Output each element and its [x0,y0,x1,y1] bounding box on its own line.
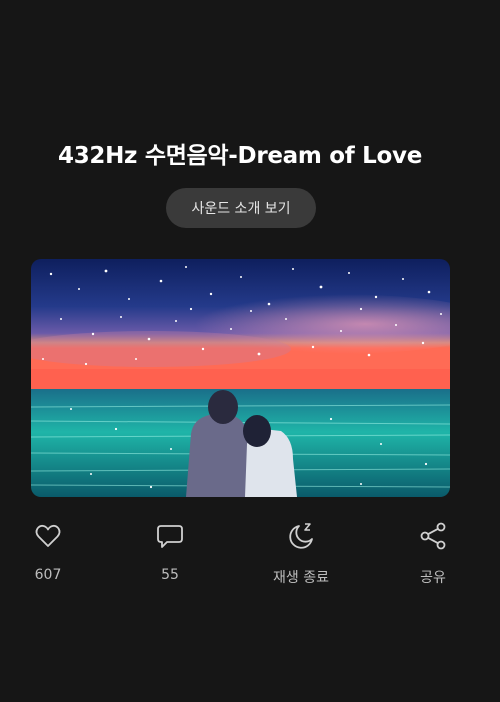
comment-icon [154,520,186,552]
track-title: 432Hz 수면음악-Dream of Love [57,143,423,169]
share-icon [417,520,449,552]
sleep-timer-button[interactable]: 재생 종료 [261,520,341,587]
action-bar: 607 55 재생 종료 공유 [0,520,500,600]
share-label: 공유 [420,570,446,586]
sleep-timer-label: 재생 종료 [273,570,329,586]
heart-icon [32,520,64,552]
sound-intro-button[interactable]: 사운드 소개 보기 [166,188,316,228]
comment-button[interactable]: 55 [130,520,210,583]
cover-artwork [31,259,450,497]
like-count: 607 [34,567,62,583]
share-button[interactable]: 공유 [393,520,473,587]
like-button[interactable]: 607 [8,520,88,583]
comment-count: 55 [161,567,179,583]
moon-sleep-icon [285,520,317,552]
